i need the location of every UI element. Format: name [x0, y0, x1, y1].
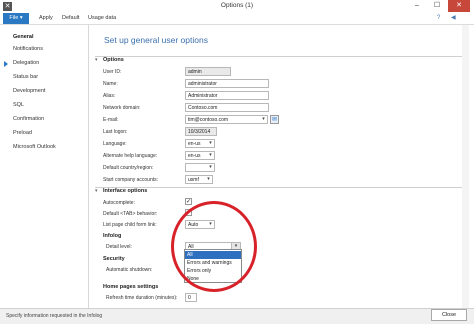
status-bar: Specify information requested in the Inf…: [0, 308, 474, 324]
user-id-field: admin: [185, 67, 231, 76]
security-title: Security: [103, 256, 125, 262]
autocomplete-checkbox[interactable]: ✓: [185, 198, 192, 205]
email-lookup-icon[interactable]: ✉: [270, 115, 279, 124]
sidebar-item-sql[interactable]: SQL: [13, 101, 24, 110]
collapse-icon[interactable]: ▾: [95, 188, 98, 194]
close-button[interactable]: Close: [431, 309, 467, 321]
sidebar: General Notifications Delegation Status …: [0, 25, 89, 308]
refresh-label: Refresh time duration (minutes):: [106, 295, 178, 301]
alt-help-label: Alternate help language:: [103, 153, 158, 159]
last-logon-label: Last logon:: [103, 129, 128, 135]
file-menu[interactable]: File ▾: [3, 13, 29, 24]
autocomplete-label: Autocomplete:: [103, 200, 135, 206]
sidebar-item-confirmation[interactable]: Confirmation: [13, 115, 44, 124]
file-menu-label: File: [9, 15, 19, 21]
name-field[interactable]: administrator: [185, 79, 269, 88]
infolog-title: Infolog: [103, 233, 122, 239]
minimize-button[interactable]: –: [408, 0, 426, 12]
default-menu[interactable]: Default: [62, 13, 79, 24]
divider: [95, 56, 465, 57]
usage-data-menu[interactable]: Usage data: [88, 13, 116, 24]
help-icon[interactable]: ?: [437, 14, 440, 23]
email-label: E-mail:: [103, 117, 119, 123]
detail-level-label: Detail level:: [106, 244, 132, 250]
scrollbar[interactable]: [462, 25, 469, 308]
list-link-label: List page child form link:: [103, 222, 157, 228]
chevron-down-icon[interactable]: ▾: [205, 176, 212, 183]
status-text: Specify information requested in the Inf…: [6, 313, 103, 319]
highlight-circle: [171, 201, 257, 292]
email-value: tim@contoso.com: [188, 117, 229, 123]
alt-help-select[interactable]: en-us ▾: [185, 151, 215, 160]
close-window-button[interactable]: ✕: [448, 0, 470, 12]
name-label: Name:: [103, 81, 118, 87]
chevron-down-icon[interactable]: ▾: [207, 164, 214, 171]
country-label: Default country/region:: [103, 165, 154, 171]
chevron-down-icon[interactable]: ▾: [207, 152, 214, 159]
refresh-field[interactable]: 0: [185, 293, 197, 302]
sidebar-item-general[interactable]: General: [13, 33, 33, 42]
alias-field[interactable]: Administrator: [185, 91, 269, 100]
company-value: usmf: [188, 177, 199, 183]
language-label: Language:: [103, 141, 127, 147]
sidebar-item-outlook[interactable]: Microsoft Outlook: [13, 143, 56, 152]
page-title: Set up general user options: [104, 35, 208, 45]
maximize-button[interactable]: ☐: [428, 0, 446, 12]
user-id-label: User ID:: [103, 69, 122, 75]
main-content: Set up general user options ▾ Options Us…: [89, 25, 474, 308]
chevron-down-icon[interactable]: ▾: [260, 116, 267, 123]
title-bar: ✕ Options (1) – ☐ ✕: [0, 0, 474, 14]
back-icon[interactable]: ◀: [451, 14, 456, 23]
sidebar-item-status-bar[interactable]: Status bar: [13, 73, 38, 82]
interface-section-title: Interface options: [103, 188, 148, 194]
sidebar-item-development[interactable]: Development: [13, 87, 45, 96]
sidebar-item-delegation[interactable]: Delegation: [13, 59, 39, 68]
alias-label: Alias:: [103, 93, 116, 99]
tab-behavior-label: Default <TAB> behavior:: [103, 211, 158, 217]
divider: [95, 187, 465, 188]
email-field[interactable]: tim@contoso.com ▾: [185, 115, 268, 124]
shutdown-label: Automatic shutdown:: [106, 267, 153, 273]
window-title: Options (1): [220, 2, 254, 9]
company-label: Start company accounts:: [103, 177, 159, 183]
menu-bar: File ▾ Apply Default Usage data ? ◀: [0, 13, 474, 25]
company-select[interactable]: usmf ▾: [185, 175, 213, 184]
language-select[interactable]: en-us ▾: [185, 139, 215, 148]
last-logon-field: 10/3/2014: [185, 127, 217, 136]
sidebar-item-preload[interactable]: Preload: [13, 129, 32, 138]
sidebar-item-notifications[interactable]: Notifications: [13, 45, 43, 54]
domain-field[interactable]: Contoso.com: [185, 103, 269, 112]
selected-marker-icon: [4, 61, 8, 67]
chevron-down-icon[interactable]: ▾: [207, 140, 214, 147]
language-value: en-us: [188, 141, 201, 147]
domain-label: Network domain:: [103, 105, 141, 111]
country-select[interactable]: ▾: [185, 163, 215, 172]
alt-help-value: en-us: [188, 153, 201, 159]
collapse-icon[interactable]: ▾: [95, 57, 98, 63]
options-section-title: Options: [103, 57, 124, 63]
home-pages-title: Home pages settings: [103, 284, 159, 290]
chevron-down-icon: ▾: [19, 15, 23, 21]
apply-menu[interactable]: Apply: [39, 13, 53, 24]
